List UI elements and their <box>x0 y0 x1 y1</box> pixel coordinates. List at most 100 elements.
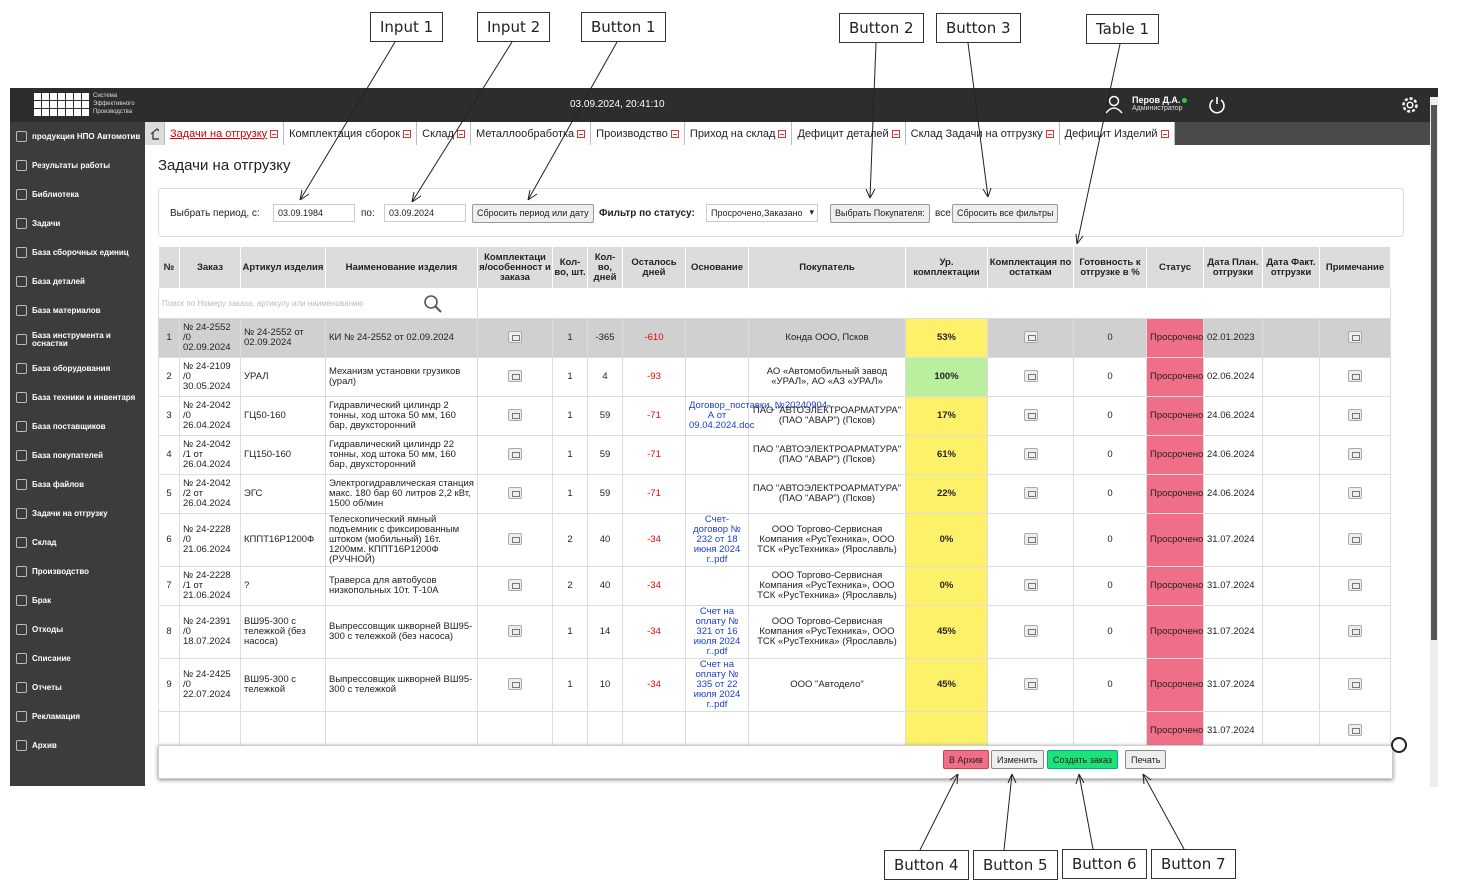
note-icon[interactable] <box>1348 578 1362 591</box>
sidebar-item[interactable]: База поставщиков <box>10 412 145 441</box>
kit-icon[interactable] <box>508 624 522 637</box>
column-header[interactable]: Наименование изделия <box>325 246 478 289</box>
stock-kit-icon[interactable] <box>1023 408 1038 421</box>
close-tab-icon[interactable] <box>456 129 465 138</box>
sidebar-item[interactable]: Отходы <box>10 615 145 644</box>
table-row[interactable]: 9 № 24-2425 /0 22.07.2024 ВШ95-300 с тележ… <box>158 658 1391 712</box>
close-tab-icon[interactable] <box>270 129 279 138</box>
column-header[interactable]: Готовность к отгрузке в % <box>1073 246 1147 289</box>
note-icon[interactable] <box>1348 330 1362 343</box>
stock-kit-icon[interactable] <box>1023 578 1038 591</box>
sidebar-item[interactable]: База сборочных единиц <box>10 238 145 267</box>
kit-icon[interactable] <box>508 408 522 421</box>
edit-button[interactable]: Изменить <box>991 750 1044 769</box>
sidebar-item[interactable]: База оборудования <box>10 354 145 383</box>
kit-icon[interactable] <box>508 330 522 343</box>
table-row[interactable]: 4 № 24-2042 /1 от 26.04.2024 ГЦ150-160 Гидр… <box>158 435 1391 475</box>
table-row[interactable]: 5 № 24-2042 /2 от 26.04.2024 ЭГС Электрогид… <box>158 474 1391 514</box>
column-header[interactable]: № <box>158 246 180 289</box>
user-info[interactable]: Перов Д.А. Администратор <box>1104 94 1188 114</box>
sidebar-item[interactable]: База материалов <box>10 296 145 325</box>
table-row[interactable]: 8 № 24-2391 /0 18.07.2024 ВШ95-300 с тележ… <box>158 605 1391 659</box>
column-header[interactable]: Ур. комплектации <box>905 246 988 289</box>
column-header[interactable]: Артикул изделия <box>240 246 326 289</box>
close-tab-icon[interactable] <box>778 129 787 138</box>
tab[interactable]: Дефицит Изделий <box>1059 122 1175 145</box>
table-row[interactable]: 7 № 24-2228 /1 от 21.06.2024? Траверса для… <box>158 566 1391 606</box>
stock-kit-icon[interactable] <box>1023 624 1038 637</box>
archive-button[interactable]: В Архив <box>943 750 989 769</box>
sidebar-item[interactable]: База инструмента и оснастки <box>10 325 145 354</box>
sidebar-item[interactable]: База деталей <box>10 267 145 296</box>
create-order-button[interactable]: Создать заказ <box>1047 750 1119 769</box>
column-header[interactable]: Дата Факт. отгрузки <box>1262 246 1320 289</box>
power-icon[interactable] <box>1208 96 1226 114</box>
search-icon[interactable] <box>423 294 443 314</box>
column-header[interactable]: Кол-во, дней <box>587 246 623 289</box>
close-tab-icon[interactable] <box>1160 129 1169 138</box>
chat-icon[interactable] <box>1391 737 1407 753</box>
column-header[interactable]: Комплектация по остаткам <box>987 246 1074 289</box>
stock-kit-icon[interactable] <box>1023 330 1038 343</box>
kit-icon[interactable] <box>508 369 522 382</box>
column-header[interactable]: Комплектаци я/особенност и заказа <box>477 246 553 289</box>
sidebar-item[interactable]: Производство <box>10 557 145 586</box>
basis-link[interactable]: Счет на оплату № 321 от 16 июля 2024 г..… <box>685 605 749 659</box>
column-header[interactable]: Статус <box>1146 246 1204 289</box>
close-tab-icon[interactable] <box>1045 129 1054 138</box>
kit-icon[interactable] <box>508 447 522 460</box>
note-icon[interactable] <box>1348 677 1362 690</box>
tab[interactable]: Приход на склад <box>684 122 793 145</box>
stock-kit-icon[interactable] <box>1023 369 1038 382</box>
sidebar-item[interactable]: Задачи на отгрузку <box>10 499 145 528</box>
home-icon[interactable] <box>145 122 165 145</box>
date-from-input[interactable]: 03.09.1984 <box>273 204 355 222</box>
sidebar-item[interactable]: База файлов <box>10 470 145 499</box>
kit-icon[interactable] <box>508 532 522 545</box>
stock-kit-icon[interactable] <box>1023 486 1038 499</box>
note-icon[interactable] <box>1348 408 1362 421</box>
stock-kit-icon[interactable] <box>1023 447 1038 460</box>
column-header[interactable]: Заказ <box>179 246 241 289</box>
stock-kit-icon[interactable] <box>1023 677 1038 690</box>
sidebar-item[interactable]: База техники и инвентаря <box>10 383 145 412</box>
status-select[interactable]: Просрочено,Заказано ▾ <box>706 204 818 222</box>
sidebar-item[interactable]: продукция НПО Автомотив <box>10 122 145 151</box>
reset-all-filters-button[interactable]: Сбросить все фильтры <box>952 204 1059 223</box>
sidebar-item[interactable]: Результаты работы <box>10 151 145 180</box>
close-tab-icon[interactable] <box>670 129 679 138</box>
tab[interactable]: Комплектация сборок <box>284 122 418 145</box>
note-icon[interactable] <box>1348 723 1362 736</box>
sidebar-item[interactable]: Отчеты <box>10 673 145 702</box>
close-tab-icon[interactable] <box>891 129 900 138</box>
sidebar-item[interactable]: Задачи <box>10 209 145 238</box>
table-row[interactable]: 2 № 24-2109 /0 30.05.2024 УРАЛ Механизм уст… <box>158 357 1391 397</box>
note-icon[interactable] <box>1348 532 1362 545</box>
sidebar-item[interactable]: Библиотека <box>10 180 145 209</box>
column-header[interactable]: Покупатель <box>748 246 906 289</box>
tab[interactable]: Склад Задачи на отгрузку <box>905 122 1060 145</box>
sidebar-item[interactable]: Склад <box>10 528 145 557</box>
reset-period-button[interactable]: Сбросить период или дату <box>472 204 594 223</box>
kit-icon[interactable] <box>508 677 522 690</box>
sidebar-item[interactable]: Списание <box>10 644 145 673</box>
column-header[interactable]: Дата План. отгрузки <box>1203 246 1263 289</box>
table-row[interactable]: 6 № 24-2228 /0 21.06.2024 КППТ16Р1200Ф Теле… <box>158 513 1391 567</box>
tab[interactable]: Задачи на отгрузку <box>165 122 285 145</box>
table-row[interactable]: 3 № 24-2042 /0 26.04.2024 ГЦ50-160 Гидравли… <box>158 396 1391 436</box>
basis-link[interactable]: Счет на оплату № 335 от 22 июля 2024 г..… <box>685 658 749 712</box>
gear-icon[interactable] <box>1400 95 1420 115</box>
tab[interactable]: Производство <box>591 122 685 145</box>
sidebar-item[interactable]: Рекламация <box>10 702 145 731</box>
table-row[interactable]: 1 № 24-2552 /0 02.09.2024 № 24-2552 от 02.… <box>158 318 1391 358</box>
column-header[interactable]: Кол-во, шт. <box>552 246 588 289</box>
tab[interactable]: Склад <box>417 122 471 145</box>
column-header[interactable]: Осталось дней <box>622 246 686 289</box>
choose-buyer-button[interactable]: Выбрать Покупателя: <box>830 204 930 223</box>
note-icon[interactable] <box>1348 369 1362 382</box>
sidebar-item[interactable]: Брак <box>10 586 145 615</box>
note-icon[interactable] <box>1348 624 1362 637</box>
kit-icon[interactable] <box>508 486 522 499</box>
note-icon[interactable] <box>1348 447 1362 460</box>
column-header[interactable]: Примечание <box>1319 246 1391 289</box>
